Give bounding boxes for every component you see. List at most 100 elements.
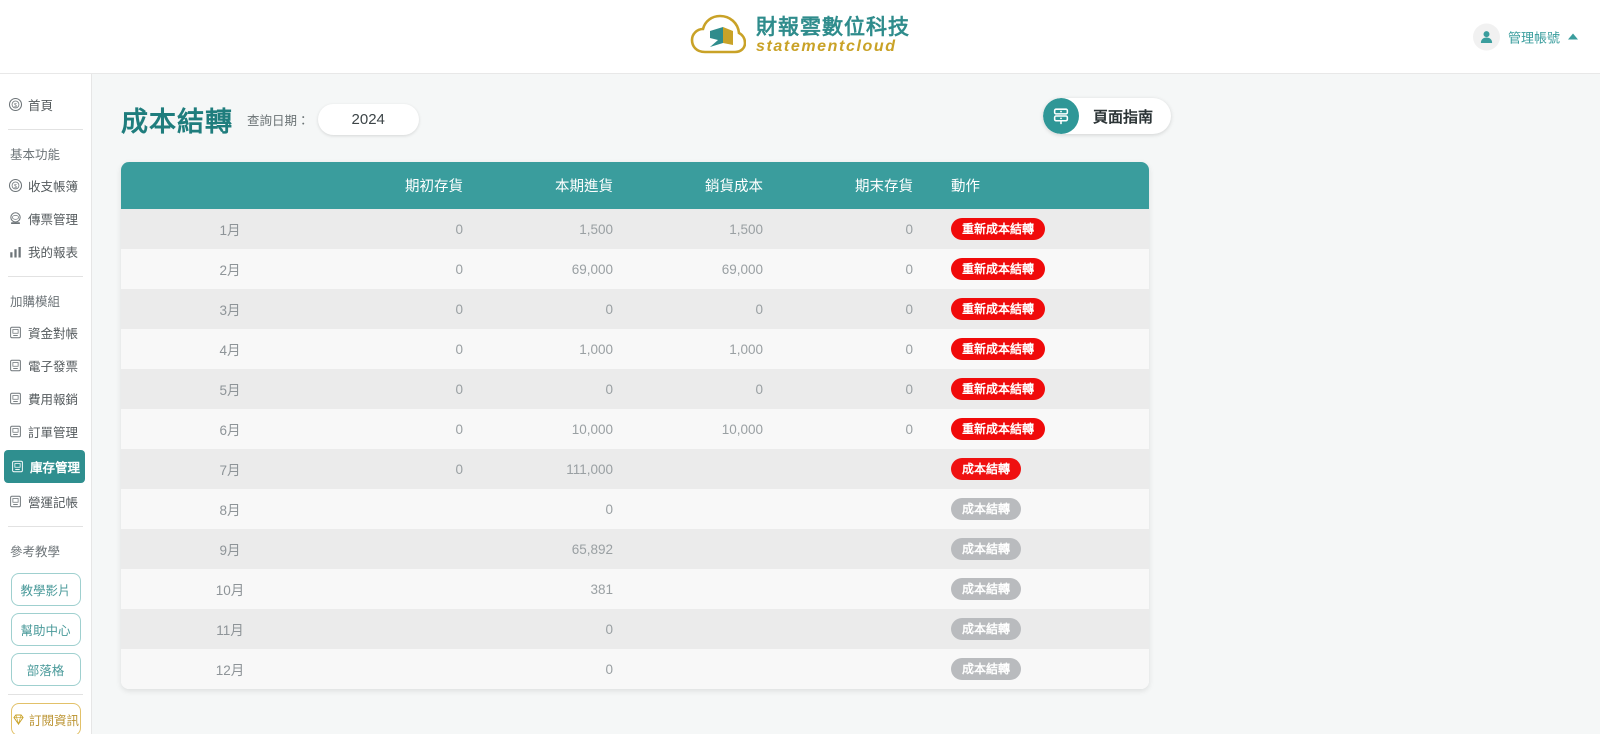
table-row: 8月 0 成本結轉	[121, 489, 1149, 529]
cost-transfer-table-card: 期初存貨 本期進貨 銷貨成本 期末存貨 動作 1月 0 1,500 1,500 0 重新成…	[121, 162, 1149, 689]
cell-month: 9月	[219, 543, 241, 558]
cloud-logo-icon	[690, 14, 746, 53]
table-header-row: 期初存貨 本期進貨 銷貨成本 期末存貨 動作	[121, 162, 1149, 209]
svg-text:$: $	[14, 103, 17, 109]
cell-month: 2月	[219, 263, 241, 278]
account-menu[interactable]: 管理帳號	[1472, 23, 1578, 50]
sidebar-item-label: 傳票管理	[28, 213, 79, 227]
module-icon	[10, 392, 21, 405]
table-row: 10月 381 成本結轉	[121, 569, 1149, 609]
cell-opening-inventory	[339, 649, 489, 689]
cell-closing-inventory: 0	[905, 341, 913, 357]
sidebar-item-label: 營運記帳	[28, 496, 79, 510]
cell-opening-inventory: 0	[455, 381, 463, 397]
cell-month: 6月	[219, 423, 241, 438]
query-date-input[interactable]: 2024	[317, 104, 419, 135]
sidebar-section-addon: 加購模組	[10, 295, 61, 309]
cell-period-purchase: 0	[605, 301, 613, 317]
cell-opening-inventory: 0	[455, 301, 463, 317]
table-row: 2月 0 69,000 69,000 0 重新成本結轉	[121, 249, 1149, 289]
cell-month: 3月	[219, 303, 241, 318]
cell-cost-of-goods-sold	[639, 449, 789, 489]
brand-text: 財報雲數位科技 statementcloud	[756, 17, 910, 56]
sidebar-button-blog[interactable]: 部落格	[10, 653, 81, 686]
cell-closing-inventory: 0	[905, 421, 913, 437]
cost-transfer-button-disabled: 成本結轉	[951, 578, 1022, 600]
sidebar-item-fund-reconcile[interactable]: 資金對帳	[0, 316, 91, 349]
sidebar-item-einvoice[interactable]: 電子發票	[0, 349, 91, 382]
table-row: 5月 0 0 0 0 重新成本結轉	[121, 369, 1149, 409]
page-guide-label: 頁面指南	[1092, 108, 1153, 126]
sidebar-item-reports[interactable]: 我的報表	[0, 235, 91, 268]
sidebar-item-label: 資金對帳	[28, 327, 79, 341]
cell-opening-inventory	[339, 529, 489, 569]
cell-closing-inventory: 0	[905, 381, 913, 397]
sidebar-item-label: 收支帳簿	[28, 180, 79, 194]
sidebar-button-subscribe[interactable]: 訂閱資訊	[10, 703, 81, 734]
cell-month: 5月	[219, 383, 241, 398]
redo-cost-transfer-button[interactable]: 重新成本結轉	[951, 378, 1046, 400]
cell-period-purchase: 69,000	[571, 261, 613, 277]
cell-cost-of-goods-sold: 10,000	[721, 421, 763, 437]
sidebar-item-label: 費用報銷	[28, 393, 79, 407]
sidebar-item-label: 我的報表	[28, 246, 79, 260]
column-header-cogs: 銷貨成本	[639, 162, 789, 209]
cell-opening-inventory	[339, 609, 489, 649]
cell-period-purchase: 65,892	[571, 541, 613, 557]
cell-cost-of-goods-sold: 0	[755, 301, 763, 317]
cell-period-purchase: 0	[605, 501, 613, 517]
cell-period-purchase: 381	[590, 581, 613, 597]
brand-name-cn: 財報雲數位科技	[756, 16, 910, 40]
cell-opening-inventory: 0	[455, 461, 463, 477]
redo-cost-transfer-button[interactable]: 重新成本結轉	[951, 338, 1046, 360]
module-icon	[12, 460, 23, 473]
cell-opening-inventory: 0	[455, 341, 463, 357]
cost-transfer-button-disabled: 成本結轉	[951, 498, 1022, 520]
account-name-label: 管理帳號	[1507, 30, 1560, 45]
cell-month: 1月	[219, 223, 241, 238]
caret-up-icon[interactable]	[1568, 33, 1578, 40]
cell-cost-of-goods-sold: 0	[755, 381, 763, 397]
cell-opening-inventory	[339, 569, 489, 609]
sidebar-section-learn: 參考教學	[10, 545, 61, 559]
coin-icon: $	[8, 178, 23, 193]
cell-cost-of-goods-sold	[639, 489, 789, 529]
cell-month: 12月	[215, 663, 245, 678]
cell-action: 成本結轉	[939, 529, 1149, 569]
sidebar-item-label: 庫存管理	[30, 461, 81, 475]
column-header-closing: 期末存貨	[789, 162, 939, 209]
sidebar-button-tutorial-video[interactable]: 教學影片	[10, 573, 81, 606]
user-avatar-icon	[1472, 23, 1500, 50]
redo-cost-transfer-button[interactable]: 重新成本結轉	[951, 258, 1046, 280]
redo-cost-transfer-button[interactable]: 重新成本結轉	[951, 218, 1046, 240]
brand-logo-group: 財報雲數位科技 statementcloud	[690, 14, 910, 60]
cell-month: 4月	[219, 343, 241, 358]
sidebar-item-expense[interactable]: 費用報銷	[0, 382, 91, 415]
sidebar-item-orders[interactable]: 訂單管理	[0, 415, 91, 448]
cost-transfer-button-disabled: 成本結轉	[951, 618, 1022, 640]
cell-cost-of-goods-sold: 1,000	[729, 341, 763, 357]
page-guide-button[interactable]: 頁面指南	[1042, 98, 1171, 134]
redo-cost-transfer-button[interactable]: 重新成本結轉	[951, 298, 1046, 320]
table-row: 4月 0 1,000 1,000 0 重新成本結轉	[121, 329, 1149, 369]
bar-chart-icon	[10, 247, 21, 258]
redo-cost-transfer-button[interactable]: 重新成本結轉	[951, 418, 1046, 440]
table-row: 9月 65,892 成本結轉	[121, 529, 1149, 569]
svg-text:$: $	[14, 184, 17, 190]
sidebar-item-operations[interactable]: 營運記帳	[0, 485, 91, 518]
gem-icon	[13, 714, 24, 726]
cost-transfer-button[interactable]: 成本結轉	[951, 458, 1022, 480]
table-body: 1月 0 1,500 1,500 0 重新成本結轉 2月 0 69,000 69,000 0 重新成本…	[121, 209, 1149, 689]
cell-cost-of-goods-sold	[639, 649, 789, 689]
sidebar-item-voucher[interactable]: 傳票管理	[0, 202, 91, 235]
sidebar-item-ledger[interactable]: $ 收支帳簿	[0, 169, 91, 202]
module-icon	[10, 359, 21, 372]
sidebar-item-inventory[interactable]: 庫存管理	[4, 450, 85, 483]
sidebar-item-home[interactable]: $ 首頁	[0, 88, 91, 121]
cell-period-purchase: 1,500	[579, 221, 613, 237]
cell-closing-inventory	[789, 529, 939, 569]
cell-action: 成本結轉	[939, 489, 1149, 529]
cell-cost-of-goods-sold	[639, 569, 789, 609]
sidebar-button-help-center[interactable]: 幫助中心	[10, 613, 81, 646]
page-layout: $ 首頁 基本功能 $ 收支帳簿 傳票管理 我的報表 加購模組 資金對帳 電子發…	[0, 74, 1600, 734]
